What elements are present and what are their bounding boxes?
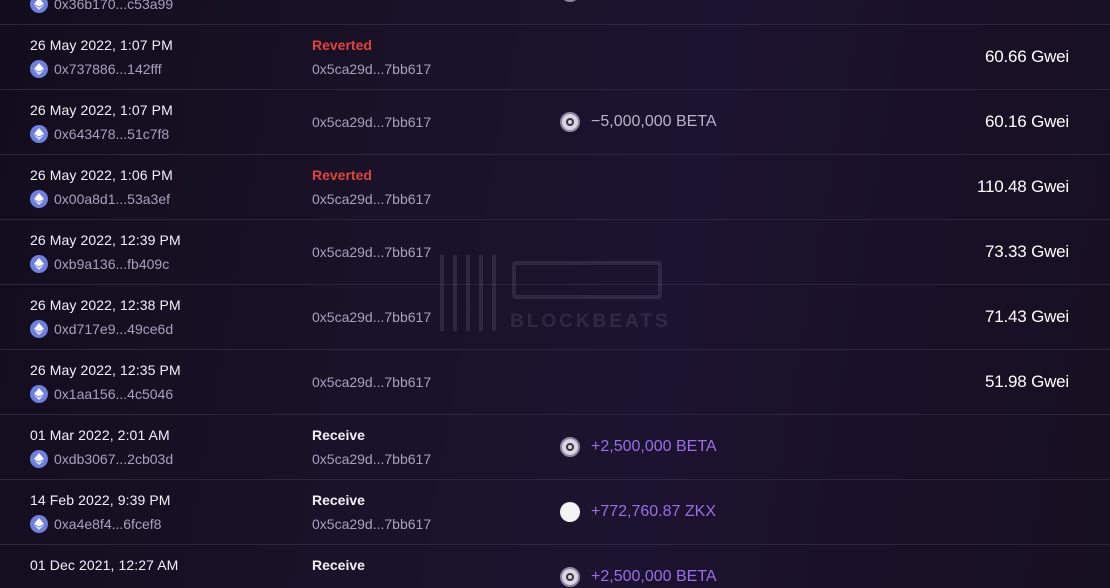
transaction-hash[interactable]: 0xa4e8f4...6fcef8	[30, 515, 161, 533]
ethereum-icon	[30, 515, 48, 533]
transaction-hash-text[interactable]: 0xa4e8f4...6fcef8	[54, 516, 161, 532]
transaction-row[interactable]: 26 May 2022, 1:07 PM 0x643478...51c7f8 0…	[0, 90, 1110, 155]
transaction-date: 01 Mar 2022, 2:01 AM	[30, 427, 170, 443]
transaction-hash-text[interactable]: 0x00a8d1...53a3ef	[54, 191, 170, 207]
transaction-date: 26 May 2022, 12:38 PM	[30, 297, 181, 313]
transaction-status: Receive	[312, 427, 365, 443]
transaction-date: 01 Dec 2021, 12:27 AM	[30, 557, 179, 573]
transaction-row[interactable]: 26 May 2022, 12:35 PM 0x1aa156...4c5046 …	[0, 350, 1110, 415]
token-amount: +2,500,000 BETA	[591, 438, 717, 455]
transaction-status: Reverted	[312, 167, 372, 183]
transaction-row[interactable]: 26 May 2022, 1:06 PM 0x00a8d1...53a3ef R…	[0, 155, 1110, 220]
token-transfer: −5,000,000 BETA	[560, 112, 717, 132]
gas-fee: 60.16 Gwei	[985, 112, 1069, 131]
ethereum-icon	[30, 450, 48, 468]
beta-token-icon	[560, 0, 580, 2]
transaction-hash[interactable]: 0x00a8d1...53a3ef	[30, 190, 170, 208]
ethereum-icon	[30, 385, 48, 403]
beta-token-icon	[560, 567, 580, 587]
transaction-hash[interactable]: 0xdb3067...2cb03d	[30, 450, 173, 468]
transaction-row[interactable]: 0x36b170...c53a99 0x5ca29d...7bb617 +2,5…	[0, 0, 1110, 25]
transaction-date: 26 May 2022, 12:39 PM	[30, 232, 181, 248]
beta-token-icon	[560, 112, 580, 132]
ethereum-icon	[30, 0, 48, 13]
transaction-hash[interactable]: 0x643478...51c7f8	[30, 125, 169, 143]
transaction-hash-text[interactable]: 0x737886...142fff	[54, 61, 162, 77]
ethereum-icon	[30, 190, 48, 208]
ethereum-icon	[30, 320, 48, 338]
token-transfer: +2,500,000 BETA	[560, 0, 717, 2]
token-amount: −5,000,000 BETA	[591, 113, 717, 130]
transaction-row[interactable]: 26 May 2022, 1:07 PM 0x737886...142fff R…	[0, 25, 1110, 90]
transaction-hash-text[interactable]: 0xd717e9...49ce6d	[54, 321, 173, 337]
token-amount: +772,760.87 ZKX	[591, 503, 716, 520]
transaction-status: Receive	[312, 492, 365, 508]
contract-address[interactable]: 0x5ca29d...7bb617	[312, 374, 431, 390]
transaction-row[interactable]: 26 May 2022, 12:39 PM 0xb9a136...fb409c …	[0, 220, 1110, 285]
transaction-row[interactable]: 14 Feb 2022, 9:39 PM 0xa4e8f4...6fcef8 R…	[0, 480, 1110, 545]
contract-address[interactable]: 0x5ca29d...7bb617	[312, 191, 431, 207]
transaction-status: Reverted	[312, 37, 372, 53]
token-amount: +2,500,000 BETA	[591, 0, 717, 1]
contract-address[interactable]: 0x5ca29d...7bb617	[312, 309, 431, 325]
gas-fee: 110.48 Gwei	[977, 177, 1069, 196]
transaction-date: 26 May 2022, 1:07 PM	[30, 37, 173, 53]
contract-address[interactable]: 0x5ca29d...7bb617	[312, 244, 431, 260]
beta-token-icon	[560, 437, 580, 457]
transaction-hash-text[interactable]: 0xdb3067...2cb03d	[54, 451, 173, 467]
transaction-date: 26 May 2022, 12:35 PM	[30, 362, 181, 378]
transaction-row[interactable]: 01 Mar 2022, 2:01 AM 0xdb3067...2cb03d R…	[0, 415, 1110, 480]
transaction-status: Receive	[312, 557, 365, 573]
transaction-hash[interactable]: 0xb9a136...fb409c	[30, 255, 169, 273]
gas-fee: 60.66 Gwei	[985, 47, 1069, 66]
transaction-hash-text[interactable]: 0x36b170...c53a99	[54, 0, 173, 12]
gas-fee: 51.98 Gwei	[985, 372, 1069, 391]
transaction-hash[interactable]: 0x737886...142fff	[30, 60, 162, 78]
transaction-hash-text[interactable]: 0xb9a136...fb409c	[54, 256, 169, 272]
gas-fee: 73.33 Gwei	[985, 242, 1069, 261]
transaction-date: 26 May 2022, 1:06 PM	[30, 167, 173, 183]
token-transfer: +2,500,000 BETA	[560, 567, 717, 587]
token-transfer: +772,760.87 ZKX	[560, 502, 716, 522]
contract-address[interactable]: 0x5ca29d...7bb617	[312, 516, 431, 532]
ethereum-icon	[30, 60, 48, 78]
transaction-row[interactable]: 01 Dec 2021, 12:27 AM Receive +2,500,000 …	[0, 545, 1110, 588]
gas-fee: 71.43 Gwei	[985, 307, 1069, 326]
ethereum-icon	[30, 255, 48, 273]
ethereum-icon	[30, 125, 48, 143]
transaction-date: 26 May 2022, 1:07 PM	[30, 102, 173, 118]
transaction-hash[interactable]: 0x1aa156...4c5046	[30, 385, 173, 403]
transaction-row[interactable]: 26 May 2022, 12:38 PM 0xd717e9...49ce6d …	[0, 285, 1110, 350]
token-amount: +2,500,000 BETA	[591, 568, 717, 585]
contract-address[interactable]: 0x5ca29d...7bb617	[312, 451, 431, 467]
token-transfer: +2,500,000 BETA	[560, 437, 717, 457]
contract-address[interactable]: 0x5ca29d...7bb617	[312, 61, 431, 77]
transaction-hash[interactable]: 0x36b170...c53a99	[30, 0, 173, 13]
contract-address[interactable]: 0x5ca29d...7bb617	[312, 114, 431, 130]
transaction-date: 14 Feb 2022, 9:39 PM	[30, 492, 171, 508]
transaction-hash-text[interactable]: 0x643478...51c7f8	[54, 126, 169, 142]
transaction-hash-text[interactable]: 0x1aa156...4c5046	[54, 386, 173, 402]
transaction-hash[interactable]: 0xd717e9...49ce6d	[30, 320, 173, 338]
zkx-token-icon	[560, 502, 580, 522]
transaction-list: 0x36b170...c53a99 0x5ca29d...7bb617 +2,5…	[0, 0, 1110, 588]
